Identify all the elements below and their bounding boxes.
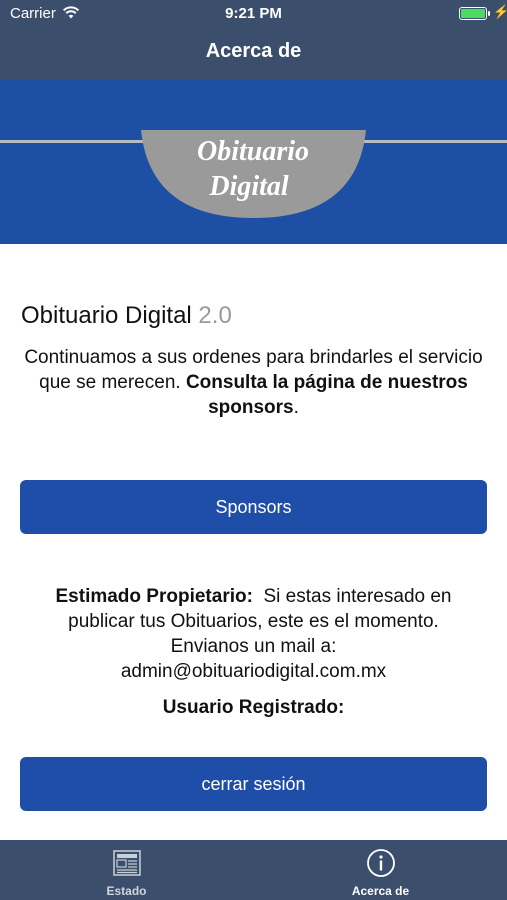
logo-text-line2: Digital	[208, 171, 289, 202]
logo-text-line1: Obituario	[197, 136, 309, 167]
status-bar: Carrier 9:21 PM ⚡	[0, 0, 507, 28]
sponsors-button-label: Sponsors	[215, 496, 292, 517]
battery-icon	[459, 7, 487, 20]
info-icon	[367, 849, 395, 877]
banner: Obituario Digital	[0, 80, 507, 244]
battery-cap	[488, 11, 490, 16]
intro-sponsors-callout: Consulta la página de nuestros sponsors	[185, 372, 468, 418]
owner-message: Estimado Propietario: Si estas interesad…	[20, 584, 487, 684]
registered-user-label: Usuario Registrado:	[162, 697, 345, 718]
navigation-header: Carrier 9:21 PM ⚡ Acerca de	[0, 0, 507, 80]
app-name: Obituario Digital	[21, 302, 192, 329]
bolt-icon: ⚡	[493, 4, 507, 19]
owner-email: admin@obituariodigital.com.mx	[120, 661, 387, 682]
owner-greeting: Estimado Propietario:	[55, 586, 253, 607]
intro-end: .	[293, 397, 299, 418]
logout-button-label: cerrar sesión	[201, 773, 306, 794]
tab-estado-label: Estado	[106, 884, 147, 898]
clock: 9:21 PM	[225, 5, 282, 22]
sponsors-button[interactable]: Sponsors	[20, 480, 487, 534]
app-version: 2.0	[198, 302, 232, 329]
tab-bar: Estado Acerca de	[0, 840, 507, 900]
app-title: Obituario Digital 2.0	[21, 302, 232, 330]
tab-acerca-de-label: Acerca de	[351, 884, 410, 898]
obituario-digital-logo: Obituario Digital	[141, 130, 366, 218]
intro-text: Continuamos a sus ordenes para brindarle…	[20, 345, 487, 420]
newspaper-icon	[113, 850, 141, 876]
owner-mail-prompt: Envianos un mail a:	[170, 636, 337, 657]
page-title: Acerca de	[205, 40, 302, 62]
tab-estado[interactable]: Estado	[0, 840, 253, 900]
logout-button[interactable]: cerrar sesión	[20, 757, 487, 811]
tab-acerca-de[interactable]: Acerca de	[254, 840, 507, 900]
